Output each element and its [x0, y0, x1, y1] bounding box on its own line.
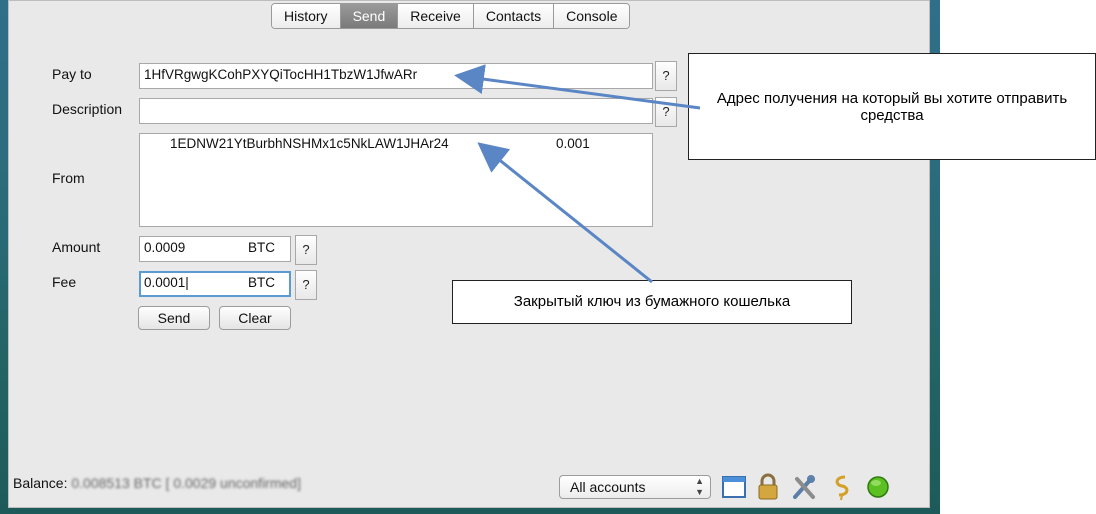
private-key-arrow	[477, 142, 653, 284]
pay-to-arrow	[454, 64, 701, 110]
annotation-arrows	[454, 64, 701, 284]
